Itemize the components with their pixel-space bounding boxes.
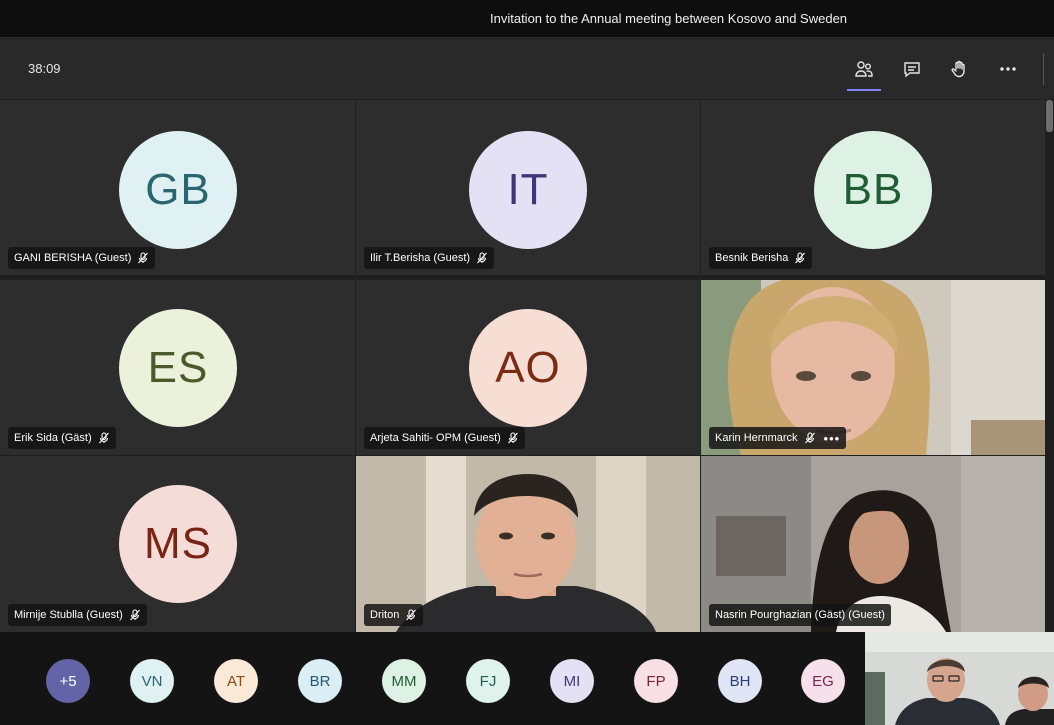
mic-muted-icon: [507, 432, 519, 444]
mic-muted-icon: [804, 432, 816, 444]
mic-muted-icon: [98, 432, 110, 444]
meeting-toolbar: 38:09: [0, 39, 1054, 99]
participant-nameplate: Besnik Berisha: [709, 247, 813, 269]
mic-muted-icon: [794, 252, 806, 264]
participant-nameplate: Mirnije Stublla (Guest): [8, 604, 147, 626]
participant-name: Karin Hernmarck: [715, 432, 798, 444]
mic-muted-icon: [405, 609, 417, 621]
tray-avatar[interactable]: MM: [382, 659, 426, 703]
participant-tile-ilir-berisha[interactable]: IT Ilir T.Berisha (Guest): [356, 100, 700, 275]
participant-name: GANI BERISHA (Guest): [14, 252, 132, 264]
participant-name: Mirnije Stublla (Guest): [14, 609, 123, 621]
participant-nameplate: Ilir T.Berisha (Guest): [364, 247, 495, 269]
more-options-icon: [1000, 67, 1016, 71]
mic-muted-icon: [129, 609, 141, 621]
avatar: GB: [119, 131, 237, 249]
video-grid: GB GANI BERISHA (Guest) IT Ilir T.Berish…: [0, 100, 1054, 632]
participant-name: Ilir T.Berisha (Guest): [370, 252, 471, 264]
participant-tile-nasrin-pourghazian[interactable]: Nasrin Pourghazian (Gäst) (Guest): [701, 456, 1045, 632]
participant-tile-mirnije-stublla[interactable]: MS Mirnije Stublla (Guest): [0, 456, 355, 632]
participant-nameplate: Karin Hernmarck •••: [709, 427, 847, 449]
participant-more-icon[interactable]: •••: [824, 432, 841, 445]
toolbar-divider: [1043, 53, 1044, 85]
mic-muted-icon: [476, 252, 488, 264]
participant-name: Besnik Berisha: [715, 252, 789, 264]
participant-nameplate: Erik Sida (Gäst): [8, 427, 116, 449]
meeting-title: Invitation to the Annual meeting between…: [490, 11, 848, 26]
tray-avatar[interactable]: VN: [130, 659, 174, 703]
participants-icon: [855, 61, 873, 77]
scrollbar-thumb[interactable]: [1046, 100, 1053, 132]
more-options-button[interactable]: [992, 53, 1024, 85]
tray-avatar[interactable]: FP: [634, 659, 678, 703]
participant-nameplate: GANI BERISHA (Guest): [8, 247, 156, 269]
participant-nameplate: Arjeta Sahiti- OPM (Guest): [364, 427, 525, 449]
video-grid-scrollbar[interactable]: [1045, 100, 1054, 632]
chat-icon: [904, 62, 920, 78]
self-video-feed: [865, 632, 1054, 725]
raise-hand-icon: [951, 60, 965, 78]
tray-avatar[interactable]: EG: [801, 659, 845, 703]
participant-name: Driton: [370, 609, 400, 621]
avatar: ES: [119, 309, 237, 427]
participant-tile-karin-hernmarck[interactable]: Karin Hernmarck •••: [701, 280, 1045, 455]
avatar: MS: [119, 485, 237, 603]
avatar: AO: [469, 309, 587, 427]
tray-avatar[interactable]: BH: [718, 659, 762, 703]
participant-tile-erik-sida[interactable]: ES Erik Sida (Gäst): [0, 280, 355, 455]
tray-avatar[interactable]: BR: [298, 659, 342, 703]
tray-avatar[interactable]: AT: [214, 659, 258, 703]
participant-name: Nasrin Pourghazian (Gäst) (Guest): [715, 609, 885, 621]
mic-muted-icon: [137, 252, 149, 264]
participant-tile-driton[interactable]: Driton: [356, 456, 700, 632]
self-view-video[interactable]: [865, 632, 1054, 725]
overflow-participants-button[interactable]: +5: [46, 659, 90, 703]
tray-avatar[interactable]: FJ: [466, 659, 510, 703]
avatar: IT: [469, 131, 587, 249]
participant-nameplate: Driton: [364, 604, 424, 626]
title-bar: Invitation to the Annual meeting between…: [0, 0, 1054, 38]
participant-tile-arjeta-sahiti[interactable]: AO Arjeta Sahiti- OPM (Guest): [356, 280, 700, 455]
meeting-timer: 38:09: [28, 61, 61, 76]
participant-nameplate: Nasrin Pourghazian (Gäst) (Guest): [709, 604, 891, 626]
chat-button[interactable]: [896, 53, 928, 85]
tray-avatar[interactable]: MI: [550, 659, 594, 703]
participant-tile-gani-berisha[interactable]: GB GANI BERISHA (Guest): [0, 100, 355, 275]
participant-tile-besnik-berisha[interactable]: BB Besnik Berisha: [701, 100, 1045, 275]
participant-name: Arjeta Sahiti- OPM (Guest): [370, 432, 501, 444]
participants-button[interactable]: [847, 53, 881, 91]
avatar: BB: [814, 131, 932, 249]
raise-hand-button[interactable]: [943, 53, 975, 85]
participant-name: Erik Sida (Gäst): [14, 432, 92, 444]
